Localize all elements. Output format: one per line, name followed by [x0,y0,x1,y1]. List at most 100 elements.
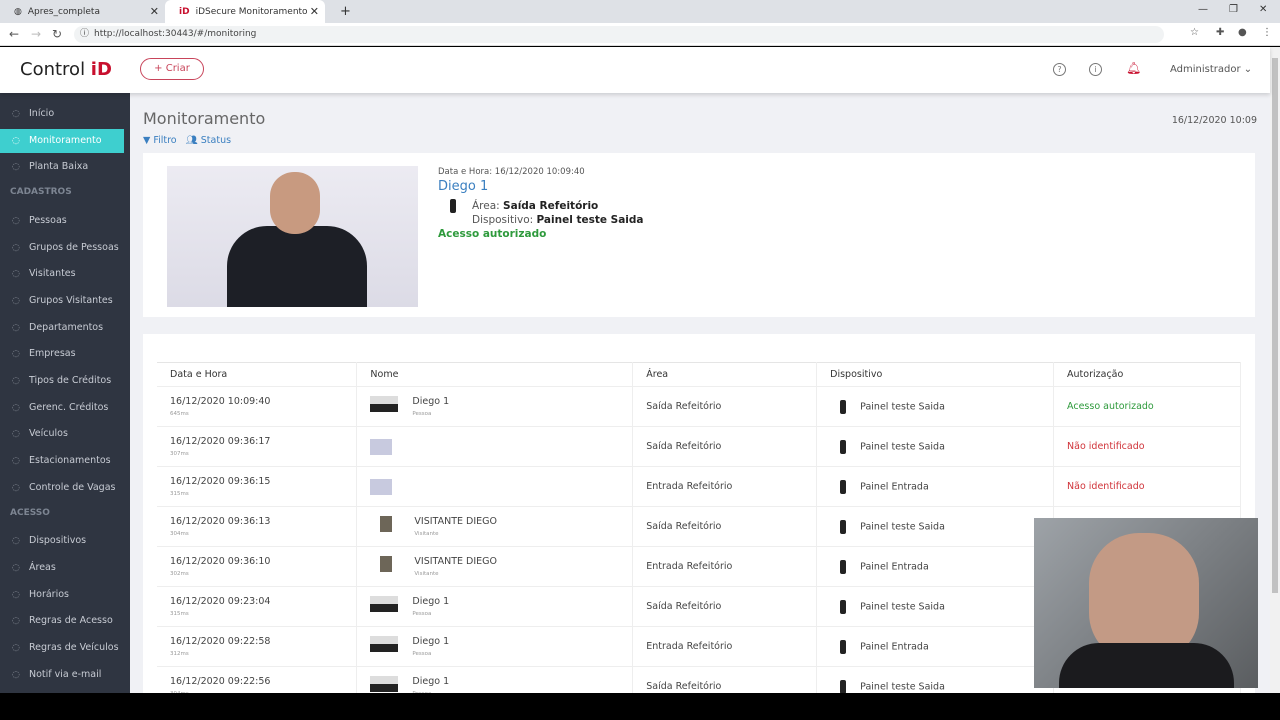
map-icon: ◌ [12,162,20,173]
sidebar-item[interactable]: ◌ Monitoramento [0,128,124,153]
device-icon [840,679,847,693]
filter-link[interactable]: ▼ Filtro [143,135,177,146]
tab-apres[interactable]: ◍ Apres_completa ✕ [0,0,165,23]
device-icon [840,519,847,534]
scrollbar-thumb[interactable] [1272,58,1278,593]
create-button[interactable]: + Criar [140,58,204,80]
sidebar-item[interactable]: ◌ Veículos [0,422,130,446]
device-icon [450,199,456,213]
close-tab-icon[interactable]: ✕ [150,5,159,18]
menu-item-icon: ◌ [12,269,20,280]
menu-item-icon: ◌ [12,349,20,360]
bell-icon[interactable]: 🔔︎ [1126,62,1141,76]
sidebar-item[interactable]: ◌ Gerenc. Créditos [0,396,130,420]
sidebar-item[interactable]: ◌ Estacionamentos [0,449,130,473]
table-row[interactable]: 16/12/2020 10:09:40 645ms Diego 1 Pessoa S… [157,386,1241,427]
column-header[interactable]: Dispositivo [816,362,1055,387]
current-datetime: 16/12/2020 10:09 [1171,115,1257,126]
gauge-icon: ◌ [12,135,20,146]
status-link[interactable]: 👥︎ Status [186,135,231,146]
sidebar-item[interactable]: ◌ Grupos Visitantes [0,289,130,313]
reload-icon[interactable]: ↻ [52,27,62,41]
back-icon[interactable]: ← [9,27,19,41]
browser-tabbar: ◍ Apres_completa ✕ iD iDSecure Monitorament… [0,0,1280,23]
home-icon: ◌ [12,109,20,119]
device-icon [840,639,847,654]
person-thumbnail [370,636,399,652]
forward-icon[interactable]: → [31,27,41,41]
sidebar-item[interactable]: ◌ Áreas [0,556,130,580]
person-name-link[interactable]: Diego 1 [438,179,643,194]
person-thumbnail [380,516,393,532]
help-icon[interactable]: ? [1053,63,1066,76]
info-icon: ⓘ [80,29,90,39]
menu-item-icon: ◌ [12,669,20,680]
sidebar-section-title: CADASTROS [10,187,72,198]
sidebar-item[interactable]: ◌ Visitantes [0,262,130,286]
sidebar-item[interactable]: ◌ Início [0,102,130,126]
menu-item-icon: ◌ [12,322,20,333]
device-icon [840,559,847,574]
minimize-icon[interactable]: — [1198,4,1208,15]
control-id-logo[interactable]: Control iD [20,59,112,80]
sidebar-item[interactable]: ◌ Horários [0,583,130,607]
restore-icon[interactable]: ❐ [1229,4,1238,15]
sidebar-item[interactable]: ◌ Empresas [0,342,130,366]
device-icon [840,479,847,494]
sidebar-item[interactable]: ◌ Notif via e-mail [0,663,130,687]
table-row[interactable]: 16/12/2020 09:36:15 315ms Entrada Refeitó… [157,466,1241,507]
person-thumbnail [370,676,399,693]
person-thumbnail [380,556,393,572]
menu-item-icon: ◌ [12,242,20,253]
sidebar-section-title: ACESSO [10,507,50,518]
person-thumbnail [370,478,393,495]
menu-item-icon: ◌ [12,536,20,547]
star-icon[interactable]: ☆ [1190,27,1199,38]
menu-item-icon: ◌ [12,402,20,413]
sidebar-item[interactable]: ◌ Tipos de Créditos [0,369,130,393]
menu-item-icon: ◌ [12,429,20,440]
device-icon [840,599,847,614]
device-icon [840,399,847,414]
sidebar-item[interactable]: ◌ Pessoas [0,209,130,233]
user-menu[interactable]: Administrador ⌄ [1170,64,1252,75]
device-icon [840,439,847,454]
sidebar-item[interactable]: ◌ Controle de Vagas [0,476,130,500]
sidebar: ◌ Início ◌ Monitoramento ◌ Planta Baixa CADAST… [0,93,130,693]
sidebar-item[interactable]: ◌ Regras de Veículos [0,636,130,660]
column-header[interactable]: Data e Hora [157,362,358,387]
menu-item-icon: ◌ [12,589,20,600]
column-header[interactable]: Nome [356,362,634,387]
sidebar-item[interactable]: ◌ Planta Baixa [0,155,130,179]
menu-item-icon: ◌ [12,215,20,226]
tab-monitoramento[interactable]: iD iDSecure Monitoramento ✕ [165,0,325,23]
menu-item-icon: ◌ [12,643,20,653]
profile-avatar[interactable]: ● [1238,27,1247,38]
sidebar-item[interactable]: ◌ Dispositivos [0,529,130,553]
authorization-status: Acesso autorizado [438,228,547,240]
address-bar: ← → ↻ ⓘ http://localhost:30443/#/monitori… [0,23,1280,46]
webcam-overlay [1034,518,1258,688]
menu-item-icon: ◌ [12,616,20,627]
menu-item-icon: ◌ [12,376,20,386]
menu-item-icon: ◌ [12,295,20,306]
menu-item-icon: ◌ [12,482,20,493]
close-window-icon[interactable]: ✕ [1259,4,1267,15]
sidebar-item[interactable]: ◌ Regras de Acesso [0,609,130,633]
sidebar-item[interactable]: ◌ Departamentos [0,316,130,340]
column-header[interactable]: Autorização [1053,362,1241,387]
page-title: Monitoramento [143,109,266,128]
menu-item-icon: ◌ [12,456,20,467]
sidebar-item[interactable]: ◌ Grupos de Pessoas [0,236,130,260]
close-tab-icon[interactable]: ✕ [310,5,319,18]
app-header: Control iD + Criar ? i 🔔︎ Administrador … [0,47,1270,93]
new-tab-button[interactable]: + [326,0,351,23]
table-row[interactable]: 16/12/2020 09:36:17 307ms Saída Refeitóri… [157,426,1241,467]
column-header[interactable]: Área [632,362,818,387]
extensions-icon[interactable]: ✚ [1216,27,1224,38]
idsecure-icon: iD [179,6,190,17]
menu-icon[interactable]: ⋮ [1262,27,1272,38]
info-icon[interactable]: i [1089,63,1102,76]
person-thumbnail [370,596,399,612]
url-input[interactable]: ⓘ http://localhost:30443/#/monitoring [74,26,1164,43]
